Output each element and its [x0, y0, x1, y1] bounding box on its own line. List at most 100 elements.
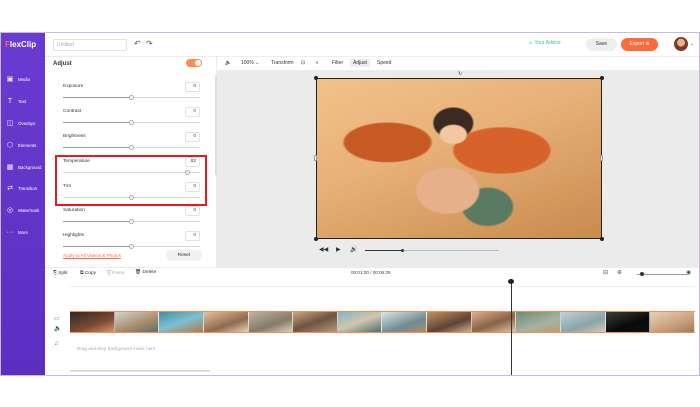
nav-item-label: Transition: [18, 185, 38, 191]
split-button[interactable]: ⎘ Split: [53, 270, 68, 276]
playback-progress-fill: [365, 250, 402, 251]
nav-item-elements[interactable]: ⬡ Elements: [6, 138, 42, 152]
playhead[interactable]: [511, 279, 512, 375]
filter-button[interactable]: Filter: [332, 60, 343, 66]
contrast-icon[interactable]: ◐: [316, 60, 319, 66]
volume-icon[interactable]: 🔊: [350, 246, 357, 253]
saturation-slider[interactable]: [63, 219, 200, 224]
image-track-icon: ▭: [54, 316, 60, 322]
resize-handle[interactable]: [314, 237, 318, 241]
timeline-scrollbar[interactable]: [70, 370, 210, 372]
zoom-in-icon[interactable]: ⊕: [617, 269, 622, 276]
playback-knob[interactable]: [401, 249, 405, 252]
timeline-clip[interactable]: [203, 312, 249, 332]
timeline-clip[interactable]: [382, 312, 428, 332]
apply-to-all-link[interactable]: Apply to All Videos & Photos: [63, 253, 121, 258]
nav-item-watermark[interactable]: ◎ Watermark: [6, 203, 42, 217]
timeline-clip[interactable]: [337, 312, 383, 332]
exposure-slider-knob[interactable]: [129, 95, 134, 100]
brightness-value-input[interactable]: 0: [185, 132, 200, 142]
timeline-clip[interactable]: [159, 312, 204, 332]
brightness-slider[interactable]: [63, 145, 200, 150]
timeline-clip[interactable]: [516, 312, 562, 332]
nav-item-label: Background: [18, 164, 42, 170]
delete-button[interactable]: 🗑 Delete: [135, 270, 156, 275]
paste-button[interactable]: ⎗ Paste: [107, 270, 124, 276]
timecode: 00:01:00 / 00:06:29: [351, 270, 391, 275]
save-button[interactable]: Save: [586, 38, 617, 51]
nav-item-text[interactable]: T Text: [6, 94, 42, 108]
timeline-clip[interactable]: [427, 312, 472, 332]
saturation-slider-knob[interactable]: [129, 219, 134, 224]
adjust-toggle[interactable]: [186, 59, 202, 67]
resize-handle[interactable]: [314, 155, 317, 161]
brightness-label: Brightness: [63, 134, 86, 139]
transform-button[interactable]: Transform: [271, 60, 294, 66]
timeline-clip[interactable]: [293, 312, 338, 332]
contrast-slider[interactable]: [63, 120, 200, 125]
zoom-select[interactable]: 100% ⌄: [241, 60, 259, 66]
video-track[interactable]: [70, 311, 695, 333]
rewind-icon[interactable]: ◀◀: [319, 246, 328, 253]
timeline-clip[interactable]: [605, 312, 651, 332]
app-window: FlexClip ▣ Media T Text ◫ Overlays ⬡ Elements ▦ B…: [0, 32, 700, 376]
fit-icon[interactable]: ⊟: [603, 269, 608, 276]
adjust-button[interactable]: Adjust: [350, 59, 370, 67]
timeline-clip[interactable]: [650, 312, 695, 332]
playhead-handle[interactable]: [508, 279, 514, 284]
zoom-knob[interactable]: [640, 272, 644, 276]
saturation-value-input[interactable]: 0: [185, 206, 200, 216]
rotate-handle-icon[interactable]: ↻: [458, 71, 462, 77]
chevron-down-icon[interactable]: ⌄: [690, 41, 694, 47]
play-icon[interactable]: ▶: [336, 246, 341, 253]
resize-handle[interactable]: [600, 155, 603, 161]
timeline-clip[interactable]: [561, 312, 606, 332]
speed-button[interactable]: Speed: [377, 60, 391, 66]
contrast-slider-knob[interactable]: [129, 120, 134, 125]
avatar[interactable]: [674, 37, 688, 51]
highlights-slider-knob[interactable]: [129, 244, 134, 249]
adjust-panel: Adjust Exposure 0 Contrast 0 Brightness …: [45, 57, 217, 267]
contrast-value-input[interactable]: 0: [185, 107, 200, 117]
highlight-box: [55, 155, 207, 206]
brightness-slider-knob[interactable]: [129, 145, 134, 150]
copy-button[interactable]: ⧉ Copy: [80, 270, 96, 276]
nav-item-background[interactable]: ▦ Background: [6, 160, 42, 174]
timeline-zoom-slider[interactable]: [637, 274, 687, 275]
resize-handle[interactable]: [600, 237, 604, 241]
copy-label: Copy: [84, 271, 96, 276]
nav-item-label: Text: [18, 98, 27, 104]
selection-frame: [316, 78, 602, 239]
timeline-ruler[interactable]: [69, 279, 695, 287]
nav-item-overlays[interactable]: ◫ Overlays: [6, 116, 42, 130]
top-bar: Untitled ↶ ↷ ☺ Your Advice Save Export ⊕…: [45, 33, 699, 57]
highlights-slider-fill: [63, 246, 132, 247]
resize-handle[interactable]: [600, 76, 604, 80]
nav-item-transition[interactable]: ⇄ Transition: [6, 181, 42, 195]
crop-icon[interactable]: ⊡: [301, 60, 305, 66]
your-advice-link[interactable]: ☺ Your Advice: [528, 40, 561, 46]
project-title-input[interactable]: Untitled: [53, 39, 127, 51]
highlights-slider[interactable]: [63, 244, 200, 249]
nav-item-label: Overlays: [18, 120, 36, 126]
timeline-clip[interactable]: [248, 312, 294, 332]
exposure-slider[interactable]: [63, 95, 200, 100]
undo-icon[interactable]: ↶: [134, 39, 141, 48]
media-icon: ▣: [6, 76, 14, 83]
volume-icon[interactable]: 🔈: [225, 60, 231, 66]
timeline-clip[interactable]: [471, 312, 517, 332]
nav-item-media[interactable]: ▣ Media: [6, 72, 42, 86]
highlights-value-input[interactable]: 0: [185, 231, 200, 241]
playback-progress[interactable]: [365, 249, 499, 252]
export-button[interactable]: Export ⊕: [621, 38, 658, 51]
paste-label: Paste: [112, 271, 125, 276]
resize-handle[interactable]: [314, 76, 318, 80]
redo-icon[interactable]: ↷: [146, 39, 153, 48]
volume-icon[interactable]: 🔈: [54, 325, 61, 332]
nav-item-more[interactable]: ··· More: [6, 225, 42, 239]
zoom-max-icon[interactable]: ◉: [686, 269, 691, 276]
timeline-clip[interactable]: [70, 312, 115, 332]
reset-button[interactable]: Reset: [166, 250, 202, 261]
exposure-value-input[interactable]: 0: [185, 82, 200, 92]
timeline-clip[interactable]: [114, 312, 160, 332]
